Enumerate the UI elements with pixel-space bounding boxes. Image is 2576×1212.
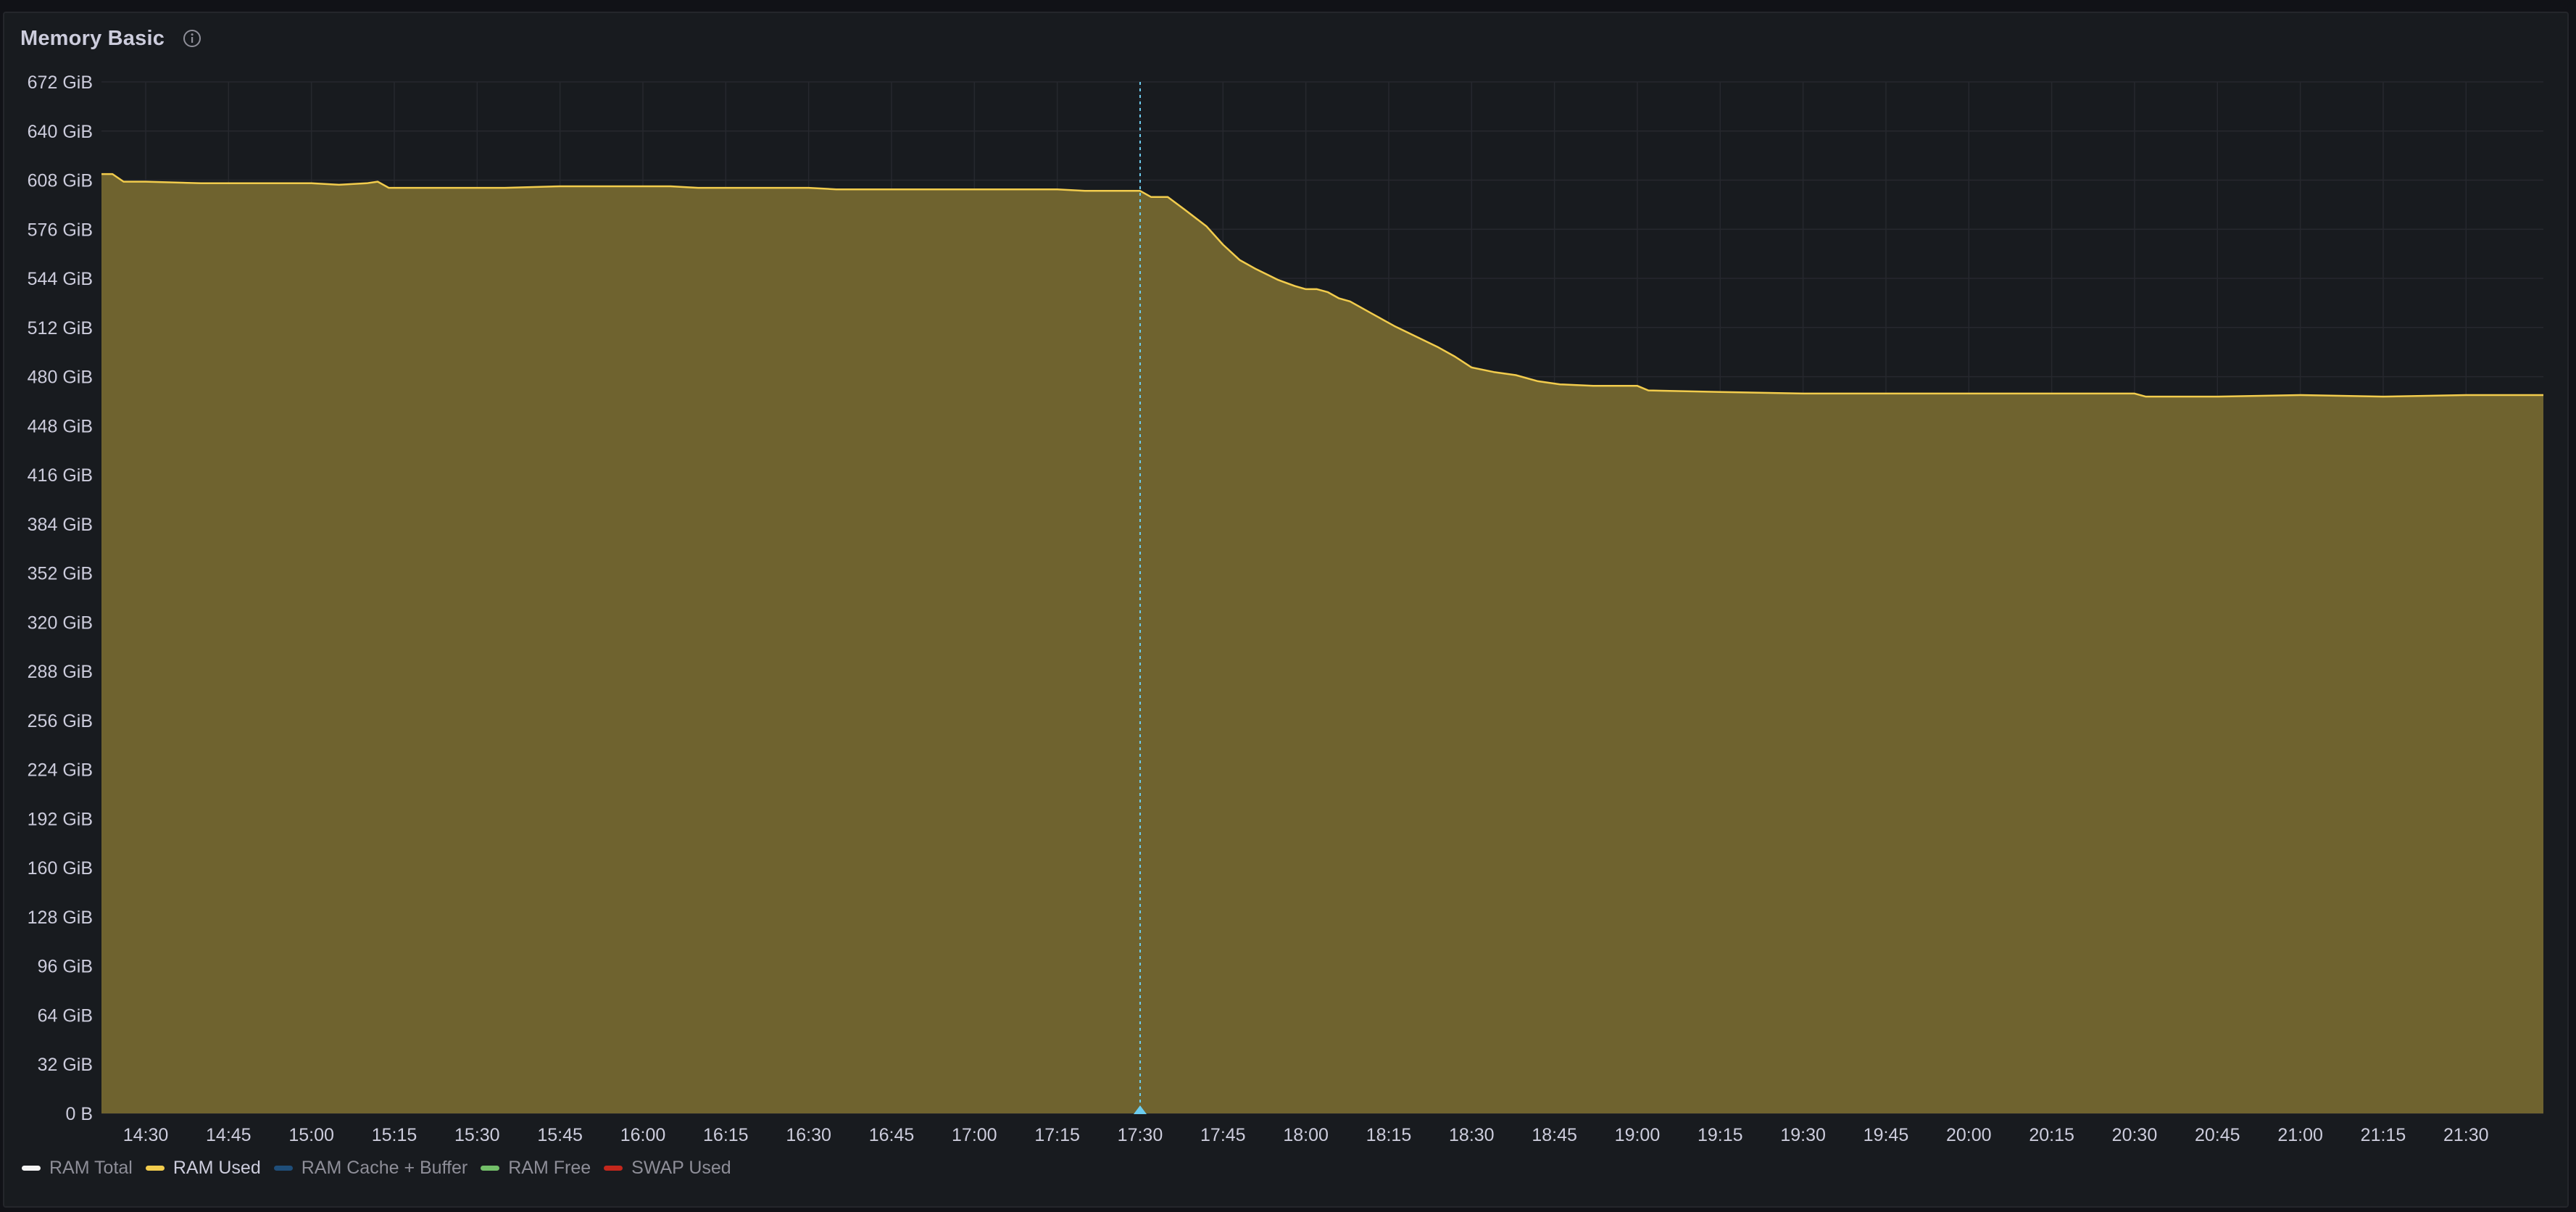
- y-tick-label: 64 GiB: [38, 1005, 93, 1026]
- legend-swatch: [481, 1166, 500, 1171]
- x-tick-label: 18:15: [1366, 1125, 1412, 1145]
- x-tick-label: 19:30: [1780, 1125, 1826, 1145]
- y-tick-label: 544 GiB: [28, 269, 93, 289]
- y-tick-label: 96 GiB: [38, 957, 93, 977]
- x-tick-label: 16:00: [620, 1125, 666, 1145]
- x-tick-label: 16:15: [703, 1125, 749, 1145]
- x-tick-label: 21:15: [2361, 1125, 2406, 1145]
- x-tick-label: 18:00: [1283, 1125, 1329, 1145]
- y-tick-label: 192 GiB: [28, 809, 93, 829]
- y-tick-label: 480 GiB: [28, 368, 93, 388]
- x-tick-label: 18:30: [1449, 1125, 1495, 1145]
- y-tick-label: 608 GiB: [28, 171, 93, 191]
- y-tick-label: 384 GiB: [28, 515, 93, 535]
- legend-item[interactable]: RAM Free: [481, 1158, 591, 1179]
- x-tick-label: 16:30: [786, 1125, 831, 1145]
- y-tick-label: 0 B: [65, 1104, 93, 1124]
- x-tick-label: 15:30: [454, 1125, 500, 1145]
- legend-item[interactable]: RAM Total: [22, 1158, 133, 1179]
- legend-item[interactable]: SWAP Used: [604, 1158, 731, 1179]
- y-axis: 0 B 32 GiB 64 GiB 96 GiB 128 GiB 160 GiB 192 G…: [28, 72, 93, 1124]
- y-tick-label: 512 GiB: [28, 318, 93, 339]
- y-tick-label: 224 GiB: [28, 760, 93, 781]
- y-tick-label: 576 GiB: [28, 220, 93, 240]
- x-tick-label: 17:45: [1200, 1125, 1246, 1145]
- x-tick-label: 15:15: [372, 1125, 417, 1145]
- x-tick-label: 21:30: [2443, 1125, 2489, 1145]
- legend-swatch: [604, 1166, 623, 1171]
- x-tick-label: 15:00: [288, 1125, 334, 1145]
- x-tick-label: 14:30: [123, 1125, 169, 1145]
- legend-swatch: [273, 1166, 293, 1171]
- ram-used-area: [101, 174, 2543, 1114]
- series-area-layer: [101, 173, 2543, 1114]
- x-tick-label: 19:00: [1615, 1125, 1661, 1145]
- legend-swatch: [22, 1166, 41, 1171]
- x-axis: 14:30 14:45 15:00 15:15 15:30 15:45 16:00 16:15…: [123, 1125, 2489, 1145]
- memory-chart[interactable]: 0 B 32 GiB 64 GiB 96 GiB 128 GiB 160 GiB 192 G…: [0, 0, 2576, 1212]
- y-tick-label: 288 GiB: [28, 662, 93, 682]
- x-tick-label: 17:30: [1118, 1125, 1163, 1145]
- legend-item[interactable]: RAM Used: [145, 1158, 261, 1179]
- x-tick-label: 18:45: [1532, 1125, 1577, 1145]
- legend-label: RAM Total: [49, 1158, 133, 1178]
- legend-item[interactable]: RAM Cache + Buffer: [273, 1158, 468, 1179]
- y-tick-label: 672 GiB: [28, 72, 93, 93]
- x-tick-label: 15:45: [537, 1125, 583, 1145]
- y-tick-label: 448 GiB: [28, 416, 93, 436]
- y-tick-label: 160 GiB: [28, 858, 93, 879]
- y-tick-label: 256 GiB: [28, 711, 93, 731]
- legend-label: RAM Used: [173, 1158, 261, 1178]
- x-tick-label: 20:15: [2029, 1125, 2074, 1145]
- x-tick-label: 16:45: [869, 1125, 915, 1145]
- y-tick-label: 128 GiB: [28, 908, 93, 928]
- legend-label: RAM Cache + Buffer: [301, 1158, 468, 1178]
- x-tick-label: 14:45: [206, 1125, 252, 1145]
- legend-label: SWAP Used: [631, 1158, 731, 1178]
- x-tick-label: 21:00: [2277, 1125, 2323, 1145]
- x-tick-label: 19:45: [1864, 1125, 1909, 1145]
- y-tick-label: 416 GiB: [28, 465, 93, 486]
- x-tick-label: 19:15: [1698, 1125, 1743, 1145]
- legend-label: RAM Free: [508, 1158, 591, 1178]
- x-tick-label: 20:30: [2112, 1125, 2158, 1145]
- y-tick-label: 32 GiB: [38, 1055, 93, 1075]
- y-tick-label: 640 GiB: [28, 122, 93, 142]
- y-tick-label: 320 GiB: [28, 613, 93, 633]
- x-tick-label: 20:45: [2195, 1125, 2240, 1145]
- legend: RAM Total RAM Used RAM Cache + Buffer RAM F…: [22, 1158, 733, 1179]
- x-tick-label: 20:00: [1946, 1125, 1992, 1145]
- legend-swatch: [145, 1166, 165, 1171]
- x-tick-label: 17:00: [952, 1125, 997, 1145]
- y-tick-label: 352 GiB: [28, 564, 93, 584]
- x-tick-label: 17:15: [1034, 1125, 1080, 1145]
